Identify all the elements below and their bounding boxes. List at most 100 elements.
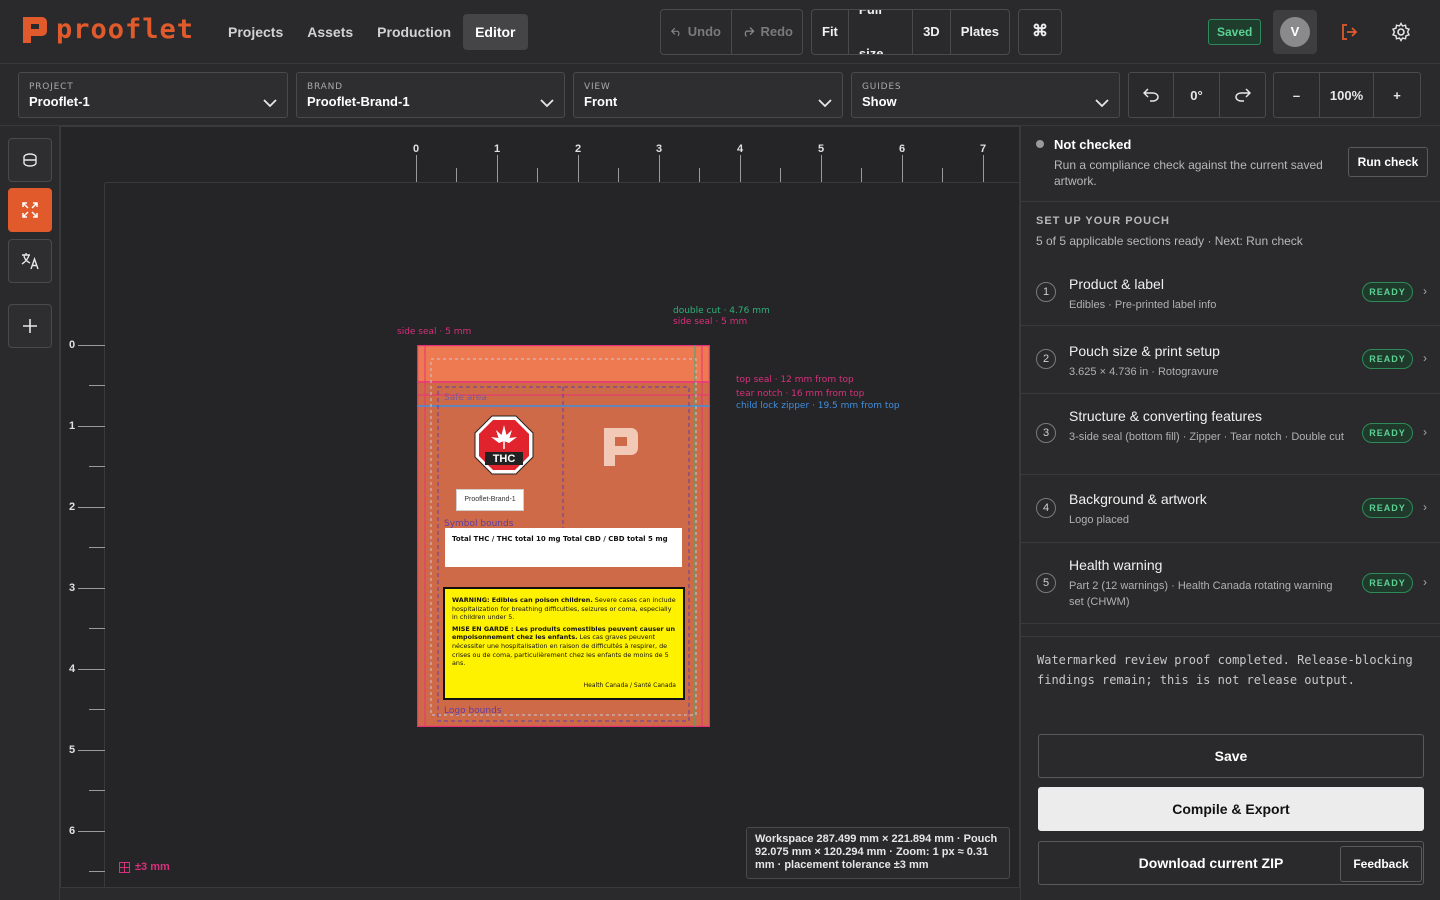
ruler-top-0: 0 bbox=[413, 143, 420, 155]
view-value: Front bbox=[584, 94, 618, 109]
nav-editor[interactable]: Editor bbox=[463, 14, 528, 50]
rotate-right-button[interactable] bbox=[1220, 73, 1265, 117]
undo-icon bbox=[671, 27, 680, 37]
rotate-left-button[interactable] bbox=[1129, 73, 1174, 117]
brand-value: Prooflet-Brand-1 bbox=[307, 94, 410, 109]
tool-rail bbox=[0, 126, 60, 900]
top-bar: prooflet Projects Assets Production Edit… bbox=[0, 0, 1440, 64]
ruler-left-1: 1 bbox=[69, 420, 76, 432]
ruler-top-3: 3 bbox=[656, 143, 663, 155]
ruler-top: 0 1 2 3 4 5 6 7 bbox=[105, 127, 1019, 183]
command-icon: ⌘ bbox=[1032, 23, 1048, 40]
chevron-right-icon: › bbox=[1423, 575, 1427, 589]
view-mode-group: Fit Full size 3D Plates bbox=[811, 9, 1010, 55]
setup-step-3[interactable]: 3 Structure & converting features 3-side… bbox=[1021, 394, 1440, 475]
run-check-button[interactable]: Run check bbox=[1348, 147, 1428, 177]
view-caption: VIEW bbox=[584, 82, 611, 92]
pouch-artwork[interactable]: Safe area Symbol bounds Logo bounds THC … bbox=[417, 345, 710, 727]
chevron-right-icon: › bbox=[1423, 500, 1427, 514]
feedback-button[interactable]: Feedback bbox=[1340, 846, 1422, 882]
artboard-canvas[interactable]: 0 1 2 3 4 5 6 7 0 1 2 3 4 5 6 side seal … bbox=[60, 126, 1020, 888]
add-button[interactable] bbox=[8, 304, 52, 348]
nav-production[interactable]: Production bbox=[365, 14, 463, 50]
chevron-right-icon: › bbox=[1423, 425, 1427, 439]
translate-button[interactable] bbox=[8, 239, 52, 283]
step-subtitle: Edibles · Pre-printed label info bbox=[1069, 299, 1217, 311]
health-warning-box[interactable]: WARNING: Edibles can poison children. Se… bbox=[443, 587, 685, 700]
setup-step-5[interactable]: 5 Health warning Part 2 (12 warnings) · … bbox=[1021, 543, 1440, 624]
main-nav: Projects Assets Production Editor bbox=[216, 14, 528, 50]
save-button[interactable]: Save bbox=[1038, 734, 1424, 778]
brand-caption: BRAND bbox=[307, 82, 343, 92]
ready-badge: READY bbox=[1362, 423, 1413, 443]
selector-bar: PROJECT Prooflet-1 BRAND Prooflet-Brand-… bbox=[0, 64, 1440, 126]
ruler-left-5: 5 bbox=[69, 744, 76, 756]
step-subtitle: 3.625 × 4.736 in · Rotogravure bbox=[1069, 366, 1219, 378]
prooflet-logo-icon bbox=[22, 16, 48, 44]
step-title: Product & label bbox=[1069, 276, 1164, 292]
thc-symbol[interactable]: THC bbox=[474, 415, 534, 475]
fit-button[interactable]: Fit bbox=[812, 10, 849, 54]
cannabis-leaf-icon bbox=[474, 415, 534, 475]
chevron-right-icon: › bbox=[1423, 284, 1427, 298]
ruler-left-4: 4 bbox=[69, 663, 76, 675]
brand-name-box[interactable]: Prooflet-Brand-1 bbox=[456, 489, 524, 511]
logo-bounds-label: Logo bounds bbox=[444, 706, 502, 716]
step-subtitle: 3-side seal (bottom fill) · Zipper · Tea… bbox=[1069, 431, 1344, 443]
double-cut-annotation: double cut · 4.76 mm bbox=[673, 306, 770, 316]
command-button[interactable]: ⌘ bbox=[1018, 9, 1062, 55]
fit-expand-icon bbox=[22, 202, 38, 218]
undo-label: Undo bbox=[687, 24, 721, 39]
status-description: Run a compliance check against the curre… bbox=[1054, 158, 1323, 188]
avatar-button[interactable]: V bbox=[1273, 10, 1317, 54]
logout-icon[interactable] bbox=[1333, 16, 1365, 48]
translate-icon bbox=[21, 253, 39, 270]
history-group: Undo Redo bbox=[660, 9, 803, 55]
step-number: 4 bbox=[1036, 498, 1056, 518]
chevron-down-icon bbox=[263, 99, 277, 108]
ruler-left-3: 3 bbox=[69, 582, 76, 594]
plates-button[interactable]: Plates bbox=[951, 10, 1009, 54]
grid-icon bbox=[119, 861, 130, 873]
zoom-out-button[interactable]: – bbox=[1274, 73, 1320, 117]
tolerance-text: ±3 mm bbox=[135, 861, 170, 873]
safe-area-label: Safe area bbox=[444, 393, 487, 403]
cannabinoid-content-box[interactable]: Total THC / THC total 10 mg Total CBD / … bbox=[445, 528, 682, 567]
setup-step-1[interactable]: 1 Product & label Edibles · Pre-printed … bbox=[1021, 262, 1440, 326]
tear-notch-annotation: tear notch · 16 mm from top bbox=[736, 389, 865, 399]
project-caption: PROJECT bbox=[29, 82, 74, 92]
step-number: 2 bbox=[1036, 349, 1056, 369]
rotate-left-icon bbox=[1143, 88, 1159, 102]
redo-button[interactable]: Redo bbox=[732, 10, 802, 54]
step-title: Pouch size & print setup bbox=[1069, 343, 1220, 359]
workspace-info: Workspace 287.499 mm × 221.894 mm · Pouc… bbox=[746, 827, 1010, 879]
fit-expand-button[interactable] bbox=[8, 188, 52, 232]
brand-select[interactable]: BRAND Prooflet-Brand-1 bbox=[296, 72, 565, 118]
ready-badge: READY bbox=[1362, 573, 1413, 593]
gear-icon[interactable] bbox=[1385, 16, 1417, 48]
undo-button[interactable]: Undo bbox=[661, 10, 732, 54]
full-size-button[interactable]: Full size bbox=[849, 10, 914, 54]
zoom-in-button[interactable]: + bbox=[1374, 73, 1420, 117]
project-select[interactable]: PROJECT Prooflet-1 bbox=[18, 72, 288, 118]
logo[interactable]: prooflet bbox=[22, 16, 194, 44]
step-number: 5 bbox=[1036, 573, 1056, 593]
guides-select[interactable]: GUIDES Show bbox=[851, 72, 1120, 118]
view-select[interactable]: VIEW Front bbox=[573, 72, 843, 118]
warning-source: Health Canada / Santé Canada bbox=[583, 682, 676, 690]
status-dot bbox=[1036, 140, 1044, 148]
layers-button[interactable] bbox=[8, 138, 52, 182]
brand-logo[interactable] bbox=[603, 427, 639, 470]
ready-badge: READY bbox=[1362, 282, 1413, 302]
setup-step-4[interactable]: 4 Background & artwork Logo placed READY… bbox=[1021, 475, 1440, 543]
ruler-top-7: 7 bbox=[980, 143, 987, 155]
step-number: 3 bbox=[1036, 423, 1056, 443]
compile-export-button[interactable]: Compile & Export bbox=[1038, 787, 1424, 831]
setup-step-2[interactable]: 2 Pouch size & print setup 3.625 × 4.736… bbox=[1021, 326, 1440, 394]
3d-button[interactable]: 3D bbox=[913, 10, 951, 54]
nav-projects[interactable]: Projects bbox=[216, 14, 295, 50]
ready-badge: READY bbox=[1362, 349, 1413, 369]
ruler-top-1: 1 bbox=[494, 143, 501, 155]
ruler-top-2: 2 bbox=[575, 143, 582, 155]
nav-assets[interactable]: Assets bbox=[295, 14, 365, 50]
